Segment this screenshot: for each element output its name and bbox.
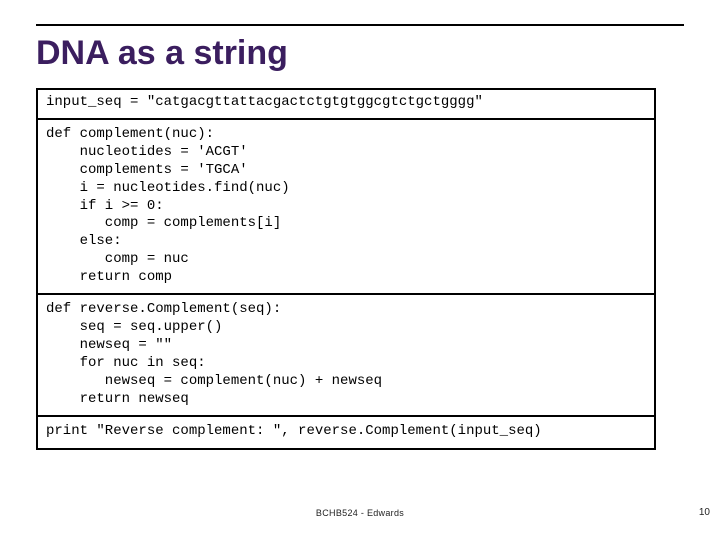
code-block-revcomp: def reverse.Complement(seq): seq = seq.u… [46, 301, 646, 408]
code-block-complement: def complement(nuc): nucleotides = 'ACGT… [46, 126, 646, 287]
slide-title: DNA as a string [36, 34, 288, 73]
code-box: input_seq = "catgacgttattacgactctgtgtggc… [36, 88, 656, 450]
footer-note: BCHB524 - Edwards [316, 508, 404, 518]
code-line-input: input_seq = "catgacgttattacgactctgtgtggc… [46, 94, 646, 112]
code-divider-1 [38, 118, 654, 120]
code-line-print: print "Reverse complement: ", reverse.Co… [46, 423, 646, 441]
top-divider [36, 24, 684, 26]
page-number: 10 [699, 507, 710, 518]
code-divider-3 [38, 415, 654, 417]
code-divider-2 [38, 293, 654, 295]
slide: DNA as a string input_seq = "catgacgttat… [0, 0, 720, 540]
